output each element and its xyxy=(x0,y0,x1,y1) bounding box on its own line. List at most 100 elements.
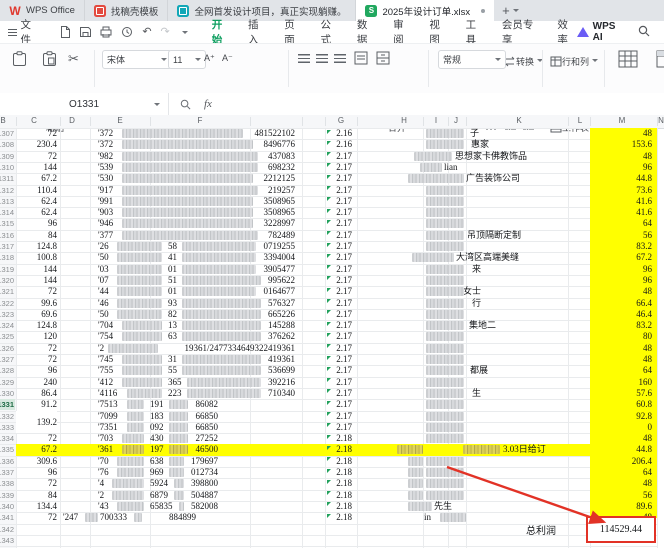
cell-e[interactable]: 665226 xyxy=(268,309,295,320)
cell-c[interactable]: 144 xyxy=(16,275,57,286)
table-row[interactable]: 1308230.4'37284967762.16惠家153.6 xyxy=(0,139,664,150)
cell-m[interactable]: 41.6 xyxy=(590,196,654,207)
cell-e-fragment[interactable]: '372 xyxy=(98,139,113,150)
cell-e[interactable]: 8496776 xyxy=(264,139,296,150)
cell-e-fragment[interactable]: '07 xyxy=(98,275,109,286)
row-header[interactable]: 1327 xyxy=(0,354,15,365)
cell-m[interactable]: 44.8 xyxy=(590,444,654,455)
cell-e-fragment[interactable]: 197 xyxy=(150,444,164,455)
cell-j[interactable]: 先生 xyxy=(434,501,452,512)
cell-m[interactable]: 44.8 xyxy=(590,173,654,184)
cell-e[interactable]: 19361/2477334649322419361 xyxy=(184,343,295,354)
cell-c[interactable]: 96 xyxy=(16,467,57,478)
cell-e-fragment[interactable]: '43 xyxy=(98,501,109,512)
row-header[interactable]: 1320 xyxy=(0,275,15,286)
cell-g[interactable]: 2.17 xyxy=(326,320,352,331)
table-row[interactable]: 132299.6'46935763272.17行66.4 xyxy=(0,298,664,309)
cell-m[interactable]: 96 xyxy=(590,275,654,286)
cell-e[interactable]: 66850 xyxy=(196,422,219,433)
cell-m[interactable]: 48 xyxy=(590,433,654,444)
table-row[interactable]: 133086.4'41162237103402.17生57.6 xyxy=(0,388,664,399)
table-row[interactable]: 130772'3724815221022.16子48 xyxy=(0,128,664,139)
table-row[interactable]: 132369.6'50826652262.1746.4 xyxy=(0,309,664,320)
cell-g[interactable]: 2.18 xyxy=(326,501,352,512)
cell-e-fragment[interactable]: '372 xyxy=(98,128,113,139)
column-header-K[interactable]: K xyxy=(516,116,521,125)
row-header[interactable]: 1337 xyxy=(0,467,15,478)
align-top-icon[interactable] xyxy=(298,54,310,63)
cell-e-fragment[interactable]: '50 xyxy=(98,309,109,320)
cell-c[interactable]: 72 xyxy=(16,128,57,139)
cell-e-fragment[interactable]: '46 xyxy=(98,298,109,309)
decrease-font-button[interactable]: A⁻ xyxy=(222,53,233,64)
table-row[interactable]: 1310144'5396982322.17lian96 xyxy=(0,162,664,173)
column-header-I[interactable]: I xyxy=(435,116,437,125)
cell-c[interactable]: 72 xyxy=(16,343,57,354)
cell-c[interactable]: 62.4 xyxy=(16,196,57,207)
cell-c[interactable]: 72 xyxy=(16,354,57,365)
cell-e-fragment[interactable]: 63 xyxy=(168,331,177,342)
cell-m[interactable]: 153.6 xyxy=(590,139,654,150)
cell-e[interactable]: 27252 xyxy=(196,433,219,444)
cell-e-fragment[interactable]: '2 xyxy=(98,343,104,354)
cell-c[interactable]: 72 xyxy=(16,512,57,523)
cell-g[interactable]: 2.17 xyxy=(326,162,352,173)
cell-c[interactable]: 72 xyxy=(16,151,57,162)
row-header[interactable]: 1310 xyxy=(0,162,15,173)
cell-c[interactable]: 72 xyxy=(16,433,57,444)
cell-m[interactable]: 92.8 xyxy=(590,411,654,422)
number-format-select[interactable]: 常规 xyxy=(438,50,506,69)
convert-button[interactable]: 转换 xyxy=(504,52,543,70)
cell-e-fragment[interactable]: '7099 xyxy=(98,411,118,422)
row-header[interactable]: 1324 xyxy=(0,320,15,331)
cell-g[interactable]: 2.17 xyxy=(326,309,352,320)
row-header[interactable]: 1315 xyxy=(0,218,15,229)
fx-icon[interactable]: fx xyxy=(204,96,212,112)
table-row[interactable]: 130972'9824370832.17思想家卡佛教饰品48 xyxy=(0,151,664,162)
cell-e-fragment[interactable]: '44 xyxy=(98,286,109,297)
formula-input[interactable] xyxy=(226,93,664,115)
table-row[interactable]: 131684'3777824892.17吊顶隔断定制56 xyxy=(0,230,664,241)
font-name-select[interactable]: 宋体 xyxy=(102,50,172,69)
cell-e-fragment[interactable]: '50 xyxy=(98,252,109,263)
cell-e-fragment[interactable]: '539 xyxy=(98,162,113,173)
row-header[interactable]: 1339 xyxy=(0,490,15,501)
cell-m[interactable]: 64 xyxy=(590,218,654,229)
cell-k[interactable]: 大湾区高端美缝 xyxy=(456,252,519,263)
cell-m[interactable]: 48 xyxy=(590,128,654,139)
cell-e[interactable]: 419361 xyxy=(268,354,295,365)
cell-e-fragment[interactable]: 5924 xyxy=(150,478,168,489)
cell-e-fragment[interactable]: 82 xyxy=(168,309,177,320)
table-row[interactable]: 133796'769690127342.1864 xyxy=(0,467,664,478)
paste-special-icon[interactable] xyxy=(42,51,57,72)
row-header[interactable]: 1325 xyxy=(0,331,15,342)
cell-g[interactable]: 2.17 xyxy=(326,264,352,275)
table-row[interactable]: 1336309.6'706381796972.18206.4 xyxy=(0,456,664,467)
row-header[interactable]: 1343 xyxy=(0,535,15,546)
cell-g[interactable]: 2.18 xyxy=(326,467,352,478)
save-icon[interactable] xyxy=(80,26,91,38)
cell-g[interactable]: 2.17 xyxy=(326,422,352,433)
cell-e[interactable]: 66850 xyxy=(196,411,219,422)
cell-e[interactable]: 698232 xyxy=(268,162,295,173)
cell-g[interactable]: 2.18 xyxy=(326,456,352,467)
row-header[interactable]: 1308 xyxy=(0,139,15,150)
row-header[interactable]: 1342 xyxy=(0,524,15,535)
table-row[interactable]: 1340134.4'43658355820082.18先生89.6 xyxy=(0,501,664,512)
search-icon[interactable] xyxy=(638,25,650,40)
column-header-M[interactable]: M xyxy=(619,116,626,125)
table-row[interactable]: 131462.4'90335089652.1741.6 xyxy=(0,207,664,218)
cell-e-fragment[interactable]: '2 xyxy=(98,490,104,501)
font-size-select[interactable]: 11 xyxy=(168,50,206,69)
cell-c[interactable]: 72 xyxy=(16,286,57,297)
cell-c[interactable]: 134.4 xyxy=(16,501,57,512)
cell-e-fragment[interactable]: '7513 xyxy=(98,399,118,410)
cell-e-fragment[interactable]: '412 xyxy=(98,377,113,388)
cell-e-fragment[interactable]: '745 xyxy=(98,354,113,365)
cell-k[interactable]: 集地二 xyxy=(469,320,496,331)
cell-e[interactable]: 536699 xyxy=(268,365,295,376)
cell-e[interactable]: 3394004 xyxy=(264,252,296,263)
cell-m[interactable]: 0 xyxy=(590,422,654,433)
cell-e-fragment[interactable]: 55 xyxy=(168,365,177,376)
cell-e-fragment[interactable]: 51 xyxy=(168,275,177,286)
